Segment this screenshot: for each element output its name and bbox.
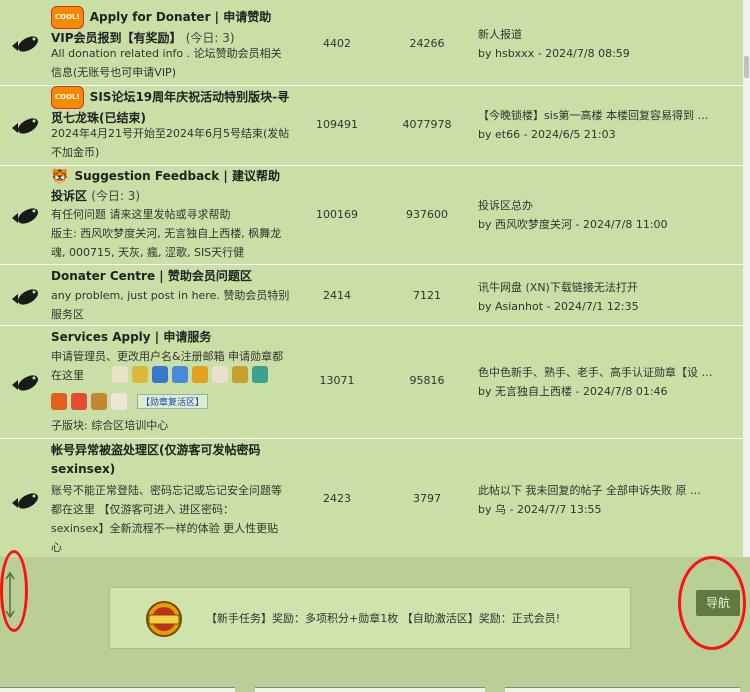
last-post: 讯牛网盘 (XN)下载链接无法打开 by Asianhot - 2024/7/1… (478, 278, 733, 316)
scrollbar-thumb[interactable] (744, 56, 749, 78)
medal-icon (111, 393, 127, 410)
last-post-title[interactable]: 【今晚锁楼】sis第一高楼 本楼回复容易得到 … (478, 106, 733, 125)
forum-list: COOL! Apply for Donater | 申请赞助VIP会员报到【有奖励… (0, 0, 743, 557)
scrollbar[interactable] (743, 0, 750, 557)
medal-icon (252, 366, 268, 383)
thread-count: 2414 (323, 289, 351, 302)
newbie-badge-icon (146, 601, 182, 637)
last-post-meta: by hsbxxx - 2024/7/8 08:59 (478, 47, 630, 60)
medal-icon (132, 366, 148, 383)
last-post-meta: by 无言独自上西楼 - 2024/7/8 01:46 (478, 385, 668, 398)
forum-row: COOL! Apply for Donater | 申请赞助VIP会员报到【有奖励… (0, 0, 743, 86)
last-post: 投诉区总办 by 西风吹梦度关河 - 2024/7/8 11:00 (478, 196, 733, 234)
forum-name[interactable]: COOL! Apply for Donater | 申请赞助VIP会员报到【有奖励… (51, 6, 291, 48)
last-post-title[interactable]: 讯牛网盘 (XN)下载链接无法打开 (478, 278, 733, 297)
bottom-field[interactable] (0, 687, 235, 692)
fish-icon (12, 493, 38, 509)
medal-icon (232, 366, 248, 383)
forum-description: 账号不能正常登陆、密码忘记或忘记安全问题等都在这里 【仅游客可进入 进区密码：s… (51, 484, 282, 554)
subforum-link[interactable]: 子版块: 综合区培训中心 (51, 416, 291, 435)
post-count: 7121 (413, 289, 441, 302)
forum-row: 🐯 Suggestion Feedback | 建议帮助投诉区 (今日: 3) 有… (0, 166, 743, 265)
forum-name[interactable]: 🐯 Suggestion Feedback | 建议帮助投诉区 (今日: 3) (51, 167, 291, 206)
last-post-meta: by Asianhot - 2024/7/1 12:35 (478, 300, 639, 313)
forum-description: 2024年4月21号开始至2024年6月5号结束(发帖不加金币) (51, 127, 290, 159)
thread-count: 100169 (316, 208, 358, 221)
cool-badge-icon: COOL! (51, 86, 84, 109)
forum-title[interactable]: Apply for Donater | 申请赞助VIP会员报到【有奖励】 (51, 10, 271, 45)
medal-revive-link[interactable]: 【勋章复活区】 (137, 394, 209, 409)
medal-list: 【勋章复活区】 (51, 393, 209, 410)
post-count: 4077978 (402, 118, 452, 131)
last-post: 【今晚锁楼】sis第一高楼 本楼回复容易得到 … by et66 - 2024/… (478, 106, 733, 144)
forum-description: any problem, just post in here. 赞助会员特别服务… (51, 289, 290, 321)
thread-count: 109491 (316, 118, 358, 131)
last-post-meta: by 乌 - 2024/7/7 13:55 (478, 503, 602, 516)
last-post: 色中色新手、熟手、老手、高手认证勋章【设 … by 无言独自上西楼 - 2024… (478, 363, 733, 401)
fish-icon (12, 118, 38, 134)
fish-icon (12, 36, 38, 52)
forum-row: Donater Centre | 赞助会员问题区 any problem, ju… (0, 265, 743, 326)
post-count: 937600 (406, 208, 448, 221)
medal-icon (172, 366, 188, 383)
last-post-title[interactable]: 此帖以下 我未回复的帖子 全部申诉失败 原 … (478, 481, 733, 500)
last-post-meta: by et66 - 2024/6/5 21:03 (478, 128, 616, 141)
today-count: (今日: 3) (91, 189, 141, 203)
newbie-task-banner[interactable]: 【新手任务】奖励：多项积分+勋章1枚 【自助激活区】奖励：正式会员! (109, 587, 631, 649)
bottom-field[interactable] (505, 687, 740, 692)
thread-count: 4402 (323, 37, 351, 50)
last-post: 新人报道 by hsbxxx - 2024/7/8 08:59 (478, 25, 733, 63)
medal-icon (71, 393, 87, 410)
medal-icon (51, 393, 67, 410)
last-post-title[interactable]: 新人报道 (478, 25, 733, 44)
medal-icon (91, 393, 107, 410)
newbie-task-text: 【新手任务】奖励：多项积分+勋章1枚 【自助激活区】奖励：正式会员! (206, 612, 561, 625)
annotation-circle-left (0, 550, 28, 632)
fish-icon (12, 208, 38, 224)
medal-list (112, 366, 272, 383)
medal-icon (112, 366, 128, 383)
post-count: 24266 (409, 37, 445, 50)
bottom-edge-fields (0, 687, 750, 692)
forum-moderators: 版主: 西风吹梦度关河, 无言独自上西楼, 枫舞龙魂, 000715, 天灰, … (51, 227, 282, 259)
medal-icon (152, 366, 168, 383)
medal-icon (192, 366, 208, 383)
forum-row: 帐号异常被盗处理区(仅游客可发帖密码sexinsex) 账号不能正常登陆、密码忘… (0, 439, 743, 557)
forum-title[interactable]: Suggestion Feedback | 建议帮助投诉区 (51, 169, 280, 203)
last-post: 此帖以下 我未回复的帖子 全部申诉失败 原 … by 乌 - 2024/7/7 … (478, 481, 733, 519)
forum-name[interactable]: Donater Centre | 赞助会员问题区 (51, 267, 291, 286)
post-count: 3797 (413, 492, 441, 505)
last-post-meta: by 西风吹梦度关河 - 2024/7/8 11:00 (478, 218, 668, 231)
forum-name[interactable]: Services Apply | 申请服务 (51, 328, 291, 347)
medal-icon (212, 366, 228, 383)
forum-name[interactable]: 帐号异常被盗处理区(仅游客可发帖密码sexinsex) (51, 441, 291, 479)
post-count: 95816 (409, 374, 445, 387)
forum-description: 有任何问题 请来这里发帖或寻求帮助 (51, 208, 231, 221)
tiger-badge-icon: 🐯 (51, 169, 69, 185)
bottom-field[interactable] (255, 687, 485, 692)
fish-icon (12, 289, 38, 305)
annotation-circle-right (678, 556, 746, 650)
thread-count: 2423 (323, 492, 351, 505)
forum-name[interactable]: COOL! SIS论坛19周年庆祝活动特别版块-寻觅七龙珠(已结束) (51, 86, 291, 128)
forum-description: All donation related info . 论坛赞助会员相关信息(无… (51, 47, 282, 79)
forum-title[interactable]: SIS论坛19周年庆祝活动特别版块-寻觅七龙珠(已结束) (51, 90, 289, 125)
cool-badge-icon: COOL! (51, 6, 84, 29)
forum-row: Services Apply | 申请服务 申请管理员、更改用户名&注册邮箱 申… (0, 326, 743, 439)
today-count: (今日: 3) (185, 31, 235, 45)
last-post-title[interactable]: 色中色新手、熟手、老手、高手认证勋章【设 … (478, 363, 733, 382)
last-post-title[interactable]: 投诉区总办 (478, 196, 733, 215)
forum-row: COOL! SIS论坛19周年庆祝活动特别版块-寻觅七龙珠(已结束) 2024年4… (0, 86, 743, 166)
fish-icon (12, 375, 38, 391)
thread-count: 13071 (319, 374, 355, 387)
